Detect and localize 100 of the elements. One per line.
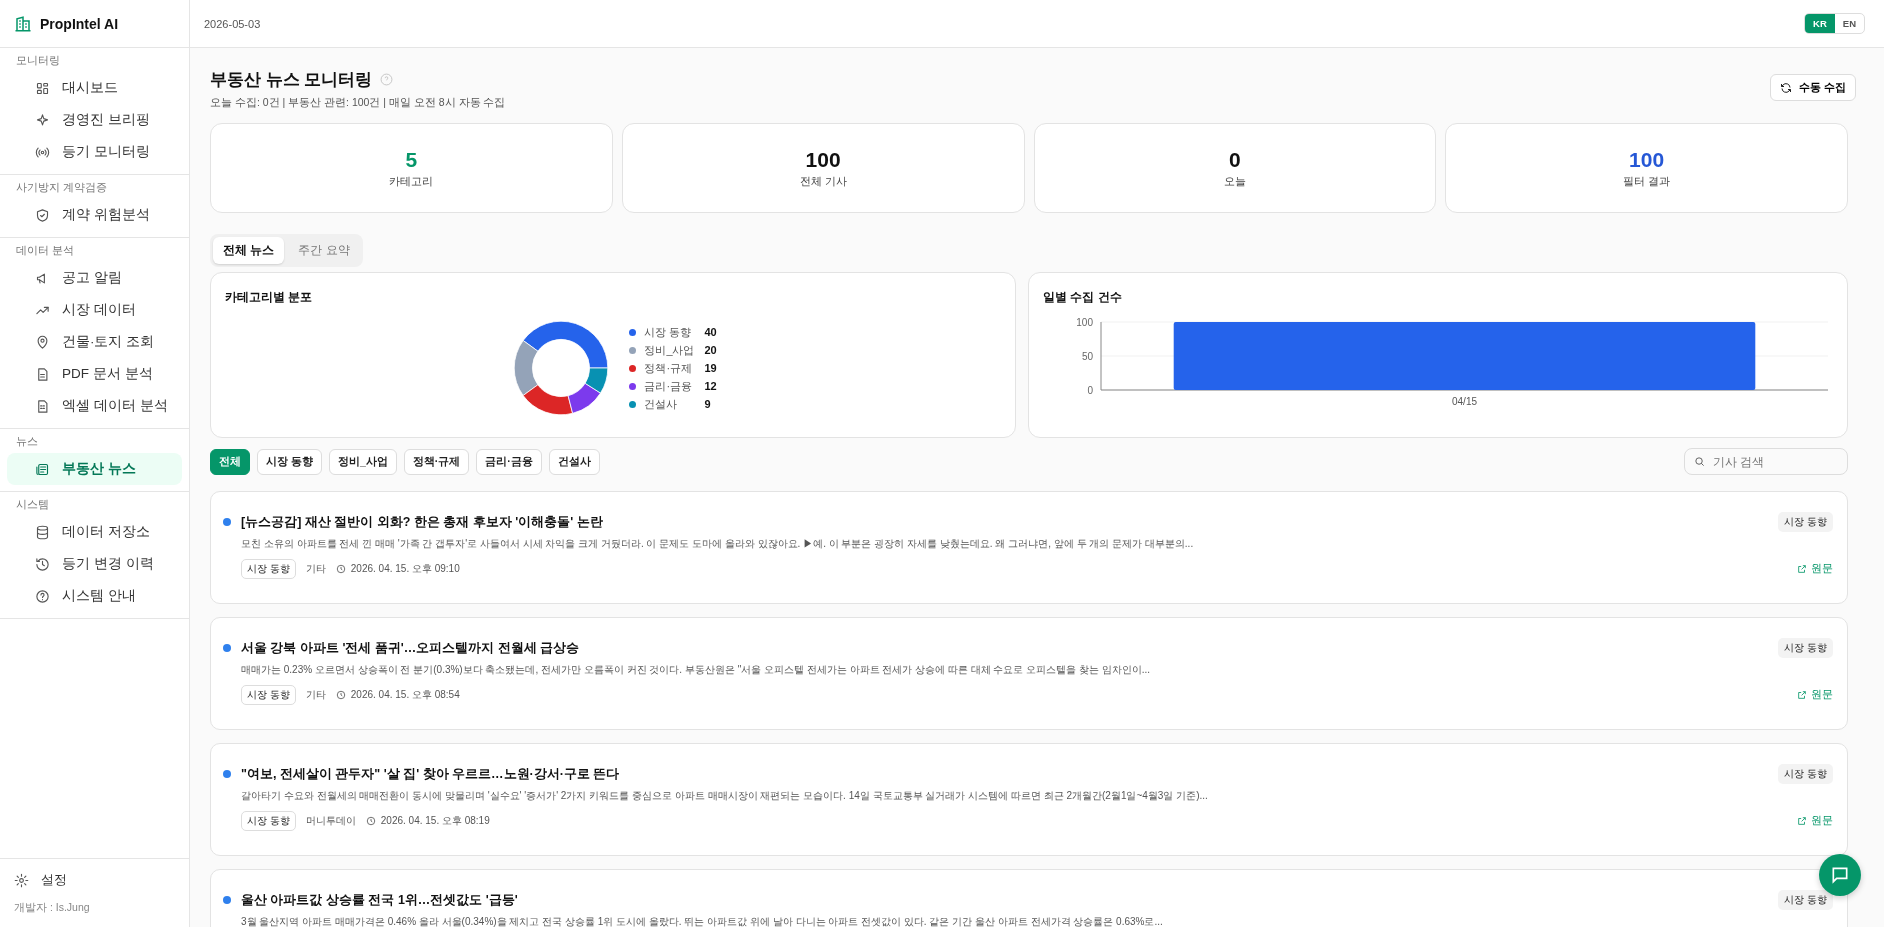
news-summary: 3월 울산지역 아파트 매매가격은 0.46% 올라 서울(0.34%)을 제치고 전국 상승률 1위 도시에 올랐다. 뛰는 아파트값 위에 날아 다니는 아파트 전셋값이 있다. 같은 기간 울산 아파트 전세가격 상승률은 0.63%로... <box>241 915 1164 927</box>
stat-label: 필터 결과 <box>1623 174 1671 189</box>
stat-value: 100 <box>805 147 841 172</box>
sidebar-item[interactable]: 공고 알림 <box>7 262 182 294</box>
news-source: 기타 <box>305 562 326 576</box>
filter-chip[interactable]: 금리·금융 <box>476 448 542 475</box>
stat-label: 오늘 <box>1223 174 1246 189</box>
source-link[interactable]: 원문 <box>1797 688 1833 702</box>
sidebar-item[interactable]: PDF 문서 분석 <box>7 358 182 390</box>
gear-icon <box>14 872 29 888</box>
external-link-icon <box>1797 690 1807 700</box>
news-source: 기타 <box>305 688 326 702</box>
filter-chip[interactable]: 정책·규제 <box>403 448 470 475</box>
filter-chip[interactable]: 시장 동향 <box>257 448 322 475</box>
developer-credit: 개발자 : Is.Jung <box>14 901 90 915</box>
spreadsheet-icon <box>35 398 50 414</box>
category-tag: 시장 동향 <box>241 811 296 831</box>
history-icon <box>35 556 50 572</box>
news-summary: 매매가는 0.23% 오르면서 상승폭이 전 분기(0.3%)보다 축소됐는데, 전세가만 오름폭이 커진 것이다. 부동산원은 "서울 오피스텔 전세가는 아파트 전세가 상승에 따른 대체 수요로 오피스텔을 찾는 임차인이... <box>241 663 1152 677</box>
source-link[interactable]: 원문 <box>1797 562 1833 576</box>
category-tag: 시장 동향 <box>1778 512 1833 532</box>
news-card[interactable] <box>210 491 1848 604</box>
legend-label: 건설사 <box>644 396 679 412</box>
news-title[interactable]: 울산 아파트값 상승률 전국 1위…전셋값도 '급등' <box>241 891 518 909</box>
legend-dot <box>629 346 637 354</box>
news-title[interactable]: [뉴스공감] 재산 절반이 외화? 한은 총재 후보자 '이해충돌' 논란 <box>241 513 603 531</box>
page-subtitle: 오늘 수집: 0건 | 부동산 관련: 100건 | 매일 오전 8시 자동 수집 <box>210 96 506 110</box>
refresh-icon <box>1779 81 1792 94</box>
page-title: 부동산 뉴스 모니터링 <box>210 69 373 91</box>
filter-chip[interactable]: 건설사 <box>548 448 600 475</box>
axis-tick-label: 0 <box>1087 385 1093 396</box>
shield-icon <box>35 207 50 223</box>
section-title: 뉴스 <box>15 435 39 449</box>
filter-chip[interactable]: 정비_사업 <box>328 448 397 475</box>
legend-dot <box>629 400 637 408</box>
stat-label: 전체 기사 <box>799 174 847 189</box>
news-source: 머니투데이 <box>305 814 356 828</box>
legend-label: 금리·금융 <box>644 378 694 394</box>
language-toggle[interactable]: KR <box>1805 14 1835 33</box>
category-tag: 시장 동향 <box>1778 764 1833 784</box>
legend-value: 9 <box>704 398 711 410</box>
bullet-icon <box>223 896 231 904</box>
sidebar-item[interactable]: 시스템 안내 <box>7 580 182 612</box>
chart-title: 카테고리별 분포 <box>225 290 313 304</box>
date-label: 2026-05-03 <box>204 17 261 30</box>
news-title[interactable]: 서울 강북 아파트 '전세 품귀'…오피스텔까지 전월세 급상승 <box>241 639 580 657</box>
news-title[interactable]: "여보, 전세살이 관두자" '살 집' 찾아 우르르…노원·강서·구로 뜬다 <box>241 765 620 783</box>
section-title: 모니터링 <box>15 54 61 68</box>
building-icon <box>14 14 32 33</box>
source-link[interactable]: 원문 <box>1797 814 1833 828</box>
external-link-icon <box>1797 564 1807 574</box>
legend-value: 20 <box>704 344 717 356</box>
news-card[interactable]: 울산 아파트값 상승률 전국 1위…전셋값도 '급등' 시장 동향 3월 울산지역 아파트 매매가격은 0.46% 올라 서울(0.34%)을 제치고 전국 상승률 1위 도시에 올랐다. 뛰는 아파트값 위에 날아 다니는 아파트 전셋값이 있다. 같은 기간 울산 아파트 전세가격 상승률은 0.63%로... <box>210 869 1848 927</box>
news-summary: 갈아타기 수요와 전월세의 매매전환이 동시에 맞물리며 '실수요' '증서가' 2가지 키워드를 중심으로 아파트 매매시장이 재편되는 모습이다. 14일 국토교통부 실거래가 시스템에 따르면 최근 2개월간(2월1일~4월3일 기준)... <box>241 789 1209 803</box>
sidebar-item[interactable]: 건물·토지 조회 <box>7 326 182 358</box>
chat-button[interactable] <box>1819 854 1861 896</box>
sidebar-item[interactable]: 엑셀 데이터 분석 <box>7 390 182 422</box>
category-tag: 시장 동향 <box>241 685 296 705</box>
sidebar-item[interactable]: 경영진 브리핑 <box>7 104 182 136</box>
database-icon <box>35 524 50 540</box>
language-toggle[interactable]: EN <box>1834 14 1864 33</box>
help-icon[interactable] <box>380 73 394 86</box>
legend-label: 정비_사업 <box>644 342 696 358</box>
legend-dot <box>629 382 637 390</box>
sidebar-item[interactable]: 계약 위험분석 <box>7 199 182 231</box>
news-summary: 모친 소유의 아파트를 전세 낀 매매 '가족 간 갭투자'로 사들여서 시세 차익을 크게 거뒀더라. 이 문제도 도마에 올라와 있잖아요. ▶예. 이 부분은 굉장히 자세를 낮췄는데요. 왜 그러냐면, 앞에 두 개의 문제가 대부분의... <box>241 537 1195 551</box>
search-field[interactable]: 기사 검색 <box>1684 448 1848 475</box>
axis-tick-label: 50 <box>1081 351 1093 362</box>
sidebar-item[interactable]: 부동산 뉴스 <box>7 453 182 485</box>
newspaper-icon <box>35 461 50 477</box>
category-tag: 시장 동향 <box>1778 890 1833 910</box>
news-time: 2026. 04. 15. 오후 08:54 <box>350 688 460 702</box>
clock-icon <box>365 816 376 826</box>
app-name: PropIntel AI <box>40 15 119 32</box>
sidebar-item[interactable]: 시장 데이터 <box>7 294 182 326</box>
legend-label: 시장 동향 <box>644 324 693 340</box>
sidebar-item[interactable]: 등기 변경 이력 <box>7 548 182 580</box>
filter-chip[interactable]: 전체 <box>210 448 250 475</box>
chart-title: 일별 수집 건수 <box>1043 290 1122 304</box>
news-card[interactable]: 서울 강북 아파트 '전세 품귀'…오피스텔까지 전월세 급상승 시장 동향 매매가는 0.23% 오르면서 상승폭이 전 분기(0.3%)보다 축소됐는데, 전세가만 오름폭이 커진 것이다. 부동산원은 "서울 오피스텔 전세가는 아파트 전세가 상승에 따른 대체 수요로 오피스텔을 찾는 임차인이... 시장 동향 기타 2026. 04. 15. 오후 08:54 원문 <box>210 617 1848 730</box>
collect-button[interactable]: 수동 수집 <box>1769 74 1856 101</box>
sidebar-item[interactable]: 데이터 저장소 <box>7 516 182 548</box>
settings-item[interactable]: 설정 <box>14 871 175 889</box>
sidebar-item[interactable]: 대시보드 <box>7 72 182 104</box>
category-tag: 시장 동향 <box>1778 638 1833 658</box>
view-tab[interactable]: 주간 요약 <box>288 237 360 264</box>
view-tab[interactable]: 전체 뉴스 <box>213 237 285 264</box>
bullet-icon <box>223 644 231 652</box>
bullet-icon <box>223 518 231 526</box>
legend-dot <box>629 364 637 372</box>
axis-tick-label: 04/15 <box>1452 396 1477 407</box>
document-icon <box>35 366 50 382</box>
sidebar-item[interactable]: 등기 모니터링 <box>7 136 182 168</box>
stat-value: 100 <box>1629 147 1665 172</box>
category-tag: 시장 동향 <box>241 559 296 579</box>
news-card[interactable] <box>210 743 1848 856</box>
external-link-icon <box>1797 816 1807 826</box>
legend-value: 19 <box>704 362 717 374</box>
stat-value: 5 <box>405 147 418 172</box>
bullet-icon <box>223 770 231 778</box>
